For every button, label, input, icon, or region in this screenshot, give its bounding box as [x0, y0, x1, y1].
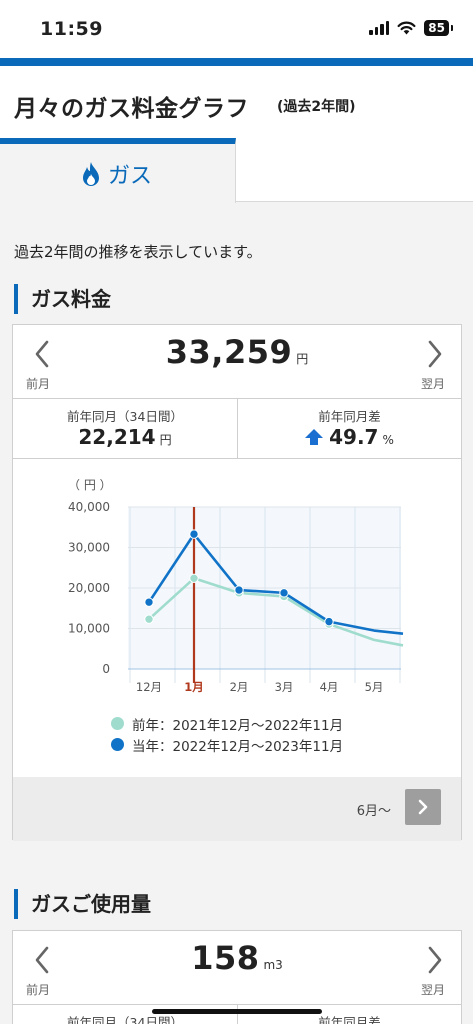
- y-axis-label: （ 円 ）: [68, 478, 112, 492]
- current-year-data-point: [324, 616, 334, 627]
- previous-month-label[interactable]: 前月: [26, 375, 50, 392]
- year-over-year-diff-unit: %: [382, 433, 394, 447]
- next-month-label[interactable]: 翌月: [421, 375, 445, 392]
- gas-fee-chart-area: 0 10,000 20,000 30,000 40,000 （ 円 ） 12月 1月 2月 3月 4…: [13, 459, 461, 777]
- description-text: 過去2年間の推移を表示しています。: [14, 243, 262, 261]
- page-subtitle: (過去2年間): [277, 99, 356, 115]
- gas-fee-compare-row: 前年同月（34日間） 22,214 円 前年同月差 49.7%: [13, 399, 461, 459]
- home-indicator: [152, 1009, 322, 1014]
- tab-gas-label: ガス: [108, 164, 153, 189]
- tab-bar: ガス: [0, 138, 473, 203]
- year-over-year-diff-label: 前年同月差: [318, 409, 381, 424]
- y-tick-label: 40,000: [68, 500, 110, 514]
- legend-dot-previous-year: [111, 717, 124, 730]
- y-tick-label: 10,000: [68, 622, 110, 636]
- gas-usage-compare-row: 前年同月（34日間） 前年同月差: [13, 1005, 461, 1024]
- gas-fee-unit: 円: [296, 352, 309, 366]
- usage-next-month-button[interactable]: [423, 945, 447, 975]
- cellular-signal-icon: [369, 21, 390, 35]
- next-period-button[interactable]: [405, 789, 441, 825]
- next-month-button[interactable]: [423, 339, 447, 369]
- year-over-year-diff-value: 49.7: [329, 425, 379, 449]
- current-year-data-point: [189, 529, 199, 539]
- section-heading-gas-fee: ガス料金: [14, 284, 111, 314]
- chart-footer: 6月〜: [13, 777, 461, 841]
- gas-fee-main-row: 前月 33,259 円 翌月: [13, 325, 461, 399]
- previous-year-data-point: [189, 573, 199, 583]
- legend-item-current-year: 当年：2022年12月〜2023年11月: [111, 734, 343, 755]
- y-tick-label: 20,000: [68, 581, 110, 595]
- gas-fee-amount: 33,259: [165, 333, 293, 371]
- legend-dot-current-year: [111, 738, 124, 751]
- previous-year-same-month-label: 前年同月（34日間）: [67, 409, 183, 424]
- x-tick-label: 12月: [136, 680, 162, 694]
- section-heading-gas-usage: ガスご使用量: [14, 889, 151, 919]
- previous-year-same-month-value: 22,214: [78, 425, 156, 449]
- usage-previous-month-label[interactable]: 前月: [26, 981, 50, 998]
- legend-item-previous-year: 前年：2021年12月〜2022年11月: [111, 713, 343, 734]
- tab-gas[interactable]: ガス: [0, 138, 236, 203]
- usage-year-over-year-diff-cell: 前年同月差: [237, 1005, 461, 1024]
- arrow-up-icon: [305, 429, 324, 445]
- chevron-right-icon: [418, 799, 428, 815]
- x-tick-label: 2月: [230, 680, 249, 694]
- chart-legend: 前年：2021年12月〜2022年11月 当年：2022年12月〜2023年11…: [111, 713, 343, 755]
- top-accent-bar: [0, 58, 473, 66]
- usage-previous-year-same-month-cell: 前年同月（34日間）: [13, 1005, 237, 1024]
- legend-label-previous-year: 前年：2021年12月〜2022年11月: [132, 717, 344, 734]
- status-bar: 11:59 85: [0, 0, 473, 58]
- current-year-data-point: [144, 597, 154, 607]
- usage-next-month-label[interactable]: 翌月: [421, 981, 445, 998]
- x-tick-label: 5月: [365, 680, 384, 694]
- legend-label-current-year: 当年：2022年12月〜2023年11月: [132, 738, 344, 755]
- current-year-data-point: [234, 585, 244, 595]
- x-tick-label: 1月: [184, 680, 204, 694]
- year-over-year-diff-cell: 前年同月差 49.7%: [237, 399, 461, 459]
- y-tick-label: 0: [102, 662, 110, 676]
- page-title: 月々のガス料金グラフ: [14, 96, 249, 122]
- previous-year-same-month-cell: 前年同月（34日間） 22,214 円: [13, 399, 237, 459]
- gas-fee-card: 前月 33,259 円 翌月 前年同月（34日間） 22,214 円 前年同月差 4…: [12, 324, 462, 841]
- gas-usage-unit: m3: [263, 958, 283, 972]
- wifi-icon: [397, 21, 416, 35]
- flame-icon: [83, 161, 99, 186]
- previous-year-data-point: [144, 614, 154, 624]
- gas-fee-value: 33,259 円: [13, 333, 461, 371]
- gas-usage-main-row: 前月 158 m3 翌月: [13, 931, 461, 1005]
- gas-fee-line-chart: 0 10,000 20,000 30,000 40,000 （ 円 ） 12月 1月 2月 3月 4…: [68, 478, 404, 694]
- status-icons: 85: [369, 20, 453, 36]
- y-tick-label: 30,000: [68, 541, 110, 555]
- current-year-data-point: [279, 588, 289, 598]
- x-tick-label: 3月: [275, 680, 294, 694]
- gas-usage-value: 158 m3: [13, 939, 461, 977]
- battery-icon: 85: [424, 20, 453, 36]
- title-bar: 月々のガス料金グラフ (過去2年間): [0, 66, 473, 138]
- previous-year-same-month-unit: 円: [159, 433, 172, 447]
- gas-usage-amount: 158: [191, 939, 260, 977]
- x-tick-label: 4月: [320, 680, 339, 694]
- next-period-label: 6月〜: [356, 804, 391, 819]
- status-time: 11:59: [40, 18, 103, 40]
